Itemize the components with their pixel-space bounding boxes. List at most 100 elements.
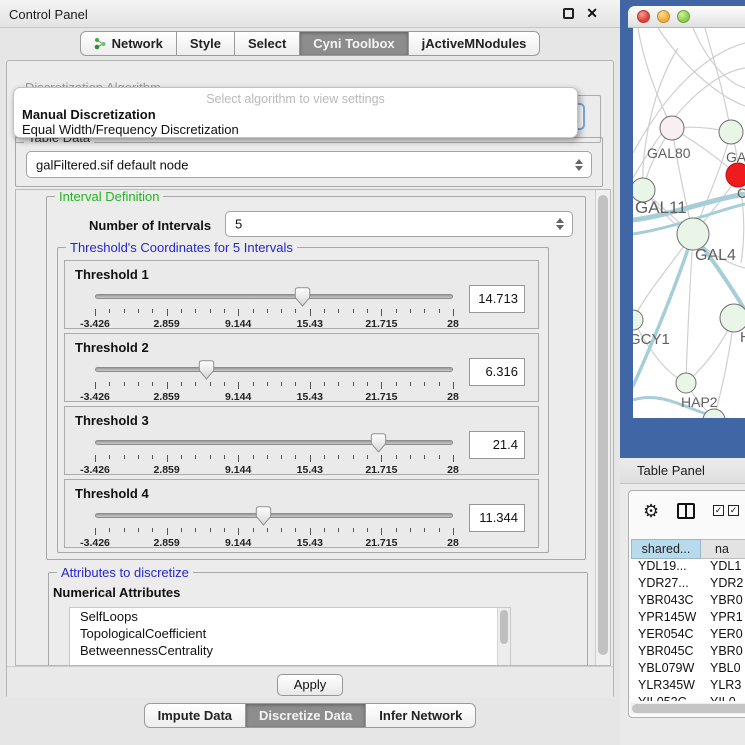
threshold-4-value-field[interactable]: 11.344 [469,504,525,532]
tab-network[interactable]: Network [80,31,177,56]
number-of-intervals-label: Number of Intervals [89,218,211,233]
table-row[interactable]: YIL052CYIL0 [631,695,745,701]
node-h[interactable] [720,304,745,332]
tick-label: 15.43 [297,537,323,549]
checkbox-icon[interactable]: ✓ [713,505,724,516]
gear-icon[interactable]: ⚙ [643,501,659,522]
algorithm-dropdown-popup: Select algorithm to view settings Manual… [13,87,578,138]
node-red[interactable] [726,163,745,187]
list-item-selfloops[interactable]: SelfLoops [70,608,510,625]
attributes-group-label: Attributes to discretize [57,565,193,580]
tick-label: -3.426 [80,464,110,476]
threshold-2-value-field[interactable]: 6.316 [469,358,525,386]
scrollbar-thumb[interactable] [598,195,608,655]
tick-label: 15.43 [297,464,323,476]
node-label-gcy1: GCY1 [633,331,670,348]
table-panel-body: ⚙ ✓ ✓ shared... na YDL19...YDL1 YDR27...… [620,484,745,745]
list-item-betweennesscentrality[interactable]: BetweennessCentrality [70,642,510,659]
screen: Control Panel ✕ Network Style Select Cyn… [0,0,745,745]
tick-label: 28 [447,464,459,476]
node-hap2[interactable] [676,373,696,393]
threshold-2-block: Threshold 2 -3.4262.8599.14415.4321.7152… [64,333,539,402]
tab-cyni-toolbox[interactable]: Cyni Toolbox [300,31,408,56]
table-row[interactable]: YBR045CYBR0 [631,644,745,661]
float-panel-icon[interactable] [563,8,574,19]
tab-network-label: Network [112,36,163,51]
tab-select[interactable]: Select [235,31,300,56]
split-view-icon[interactable] [677,503,695,519]
tick-label: 9.144 [225,464,251,476]
network-canvas[interactable]: GAL80 GA C GAL11 GAL4 GCY1 H HAP2 [633,28,745,418]
zoom-window-icon[interactable] [677,10,690,23]
close-window-icon[interactable] [637,10,650,23]
table-panel-title: Table Panel [637,463,705,478]
column-header-shared-name[interactable]: shared... [631,539,701,559]
node-table: ⚙ ✓ ✓ shared... na YDL19...YDL1 YDR27...… [628,490,745,718]
table-row[interactable]: YLR345WYLR3 [631,678,745,695]
list-item-topologicalcoefficient[interactable]: TopologicalCoefficient [70,625,510,642]
table-row[interactable]: YBR043CYBR0 [631,593,745,610]
node-gal80[interactable] [660,116,684,140]
node-ga[interactable] [719,120,743,144]
settings-vertical-scrollbar[interactable] [595,190,610,665]
table-data-combobox[interactable]: galFiltered.sif default node [26,151,592,178]
slider-thumb[interactable] [198,360,215,380]
node-gal4[interactable] [677,218,709,250]
numerical-attributes-label: Numerical Attributes [53,585,180,600]
threshold-1-value-field[interactable]: 14.713 [469,285,525,313]
menu-item-equal-width-discretization[interactable]: Equal Width/Frequency Discretization [22,122,239,137]
threshold-3-value-field[interactable]: 21.4 [469,431,525,459]
tab-discretize-data[interactable]: Discretize Data [246,703,366,728]
checkbox-icon[interactable]: ✓ [728,505,739,516]
number-of-intervals-combobox[interactable]: 5 [225,211,573,237]
slider-thumb[interactable] [294,287,311,307]
table-row[interactable]: YBL079WYBL0 [631,661,745,678]
table-horizontal-scrollbar[interactable] [631,703,745,714]
interval-definition-group: Interval Definition Number of Intervals … [46,196,586,560]
table-row[interactable]: YPR145WYPR1 [631,610,745,627]
attributes-list-scrollbar[interactable] [497,608,510,666]
cyni-toolbox-panel: Discretization Algorithm Select algorith… [6,60,614,698]
table-row[interactable]: YER054CYER0 [631,627,745,644]
threshold-3-block: Threshold 3 -3.4262.8599.14415.4321.7152… [64,406,539,475]
tab-infer-network[interactable]: Infer Network [366,703,476,728]
table-row[interactable]: YDL19...YDL1 [631,559,745,576]
close-panel-icon[interactable]: ✕ [586,5,598,22]
menu-item-manual-discretization[interactable]: Manual Discretization [22,107,156,122]
top-tab-bar: Network Style Select Cyni Toolbox jActiv… [0,31,620,56]
tab-style[interactable]: Style [177,31,235,56]
tick-label: 21.715 [365,391,397,403]
threshold-2-label: Threshold 2 [75,340,149,355]
tick-label: -3.426 [80,537,110,549]
tick-label: 28 [447,318,459,330]
node-label-hap2: HAP2 [681,394,718,410]
tab-impute-data[interactable]: Impute Data [144,703,246,728]
minimize-window-icon[interactable] [657,10,670,23]
node-gcy1[interactable] [633,310,643,330]
apply-button[interactable]: Apply [277,674,343,696]
control-panel-titlebar: Control Panel ✕ [0,0,620,28]
threshold-1-slider[interactable]: -3.4262.8599.14415.4321.71528 [95,287,453,327]
threshold-3-label: Threshold 3 [75,413,149,428]
tab-jactivemnodules[interactable]: jActiveMNodules [409,31,541,56]
node-label-c: C [737,185,745,201]
network-icon [94,37,107,50]
tick-label: 2.859 [153,391,179,403]
node-label-gal11: GAL11 [635,198,687,217]
threshold-4-block: Threshold 4 -3.4262.8599.14415.4321.7152… [64,479,539,548]
combo-arrows-icon [556,218,565,230]
table-data-group: Table Data galFiltered.sif default node [15,137,603,187]
tick-label: 2.859 [153,318,179,330]
tick-label: 9.144 [225,391,251,403]
threshold-2-slider[interactable]: -3.4262.8599.14415.4321.71528 [95,360,453,400]
threshold-4-slider[interactable]: -3.4262.8599.14415.4321.71528 [95,506,453,546]
table-row[interactable]: YDR27...YDR2 [631,576,745,593]
threshold-1-block: Threshold 1 -3.4262.8599.14415.4321.7152… [64,260,539,329]
table-panel-header: Table Panel [620,458,745,484]
slider-thumb[interactable] [370,433,387,453]
column-header-name[interactable]: na [701,539,745,559]
threshold-4-label: Threshold 4 [75,486,149,501]
threshold-3-slider[interactable]: -3.4262.8599.14415.4321.71528 [95,433,453,473]
slider-thumb[interactable] [255,506,272,526]
attributes-group: Attributes to discretize Numerical Attri… [48,572,588,666]
